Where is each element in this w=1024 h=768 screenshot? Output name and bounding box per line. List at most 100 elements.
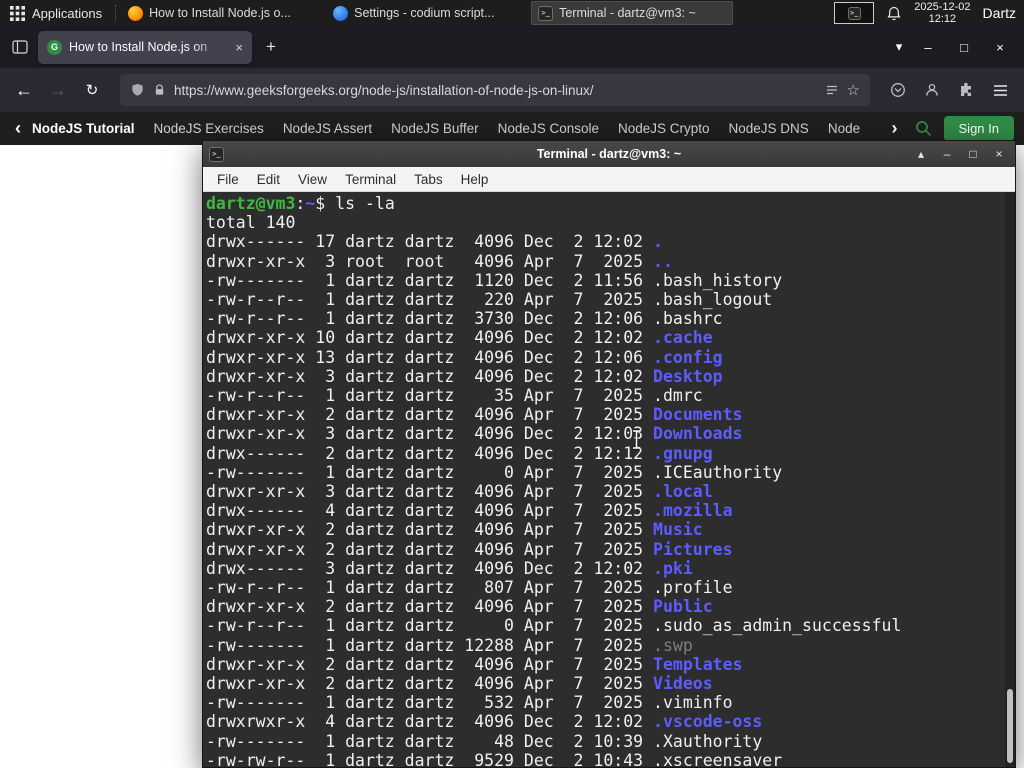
terminal-shade-button[interactable]: ▴ (911, 147, 931, 161)
ls-line: drwxr-xr-x 10 dartz dartz 4096 Dec 2 12:… (206, 328, 1015, 347)
ls-meta: drwxr-xr-x 3 root root 4096 Apr 7 2025 (206, 251, 654, 271)
terminal-maximize-button[interactable]: □ (963, 147, 983, 161)
pocket-icon[interactable] (882, 74, 914, 106)
ls-meta: -rw-r--r-- 1 dartz dartz 807 Apr 7 2025 (206, 578, 654, 598)
system-tray: >_ 2025-12-02 12:12 Dartz (834, 0, 1024, 26)
ls-filename: .xscreensaver (653, 750, 783, 767)
forward-button[interactable]: → (42, 74, 74, 106)
back-button[interactable]: ← (8, 74, 40, 106)
menu-tabs[interactable]: Tabs (405, 172, 452, 187)
prompt-path: ~ (305, 194, 316, 213)
reload-button[interactable]: ↻ (76, 74, 108, 106)
menu-hamburger-icon[interactable] (984, 74, 1016, 106)
ls-filename: Public (653, 597, 713, 617)
url-text[interactable]: https://www.geeksforgeeks.org/node-js/in… (174, 83, 817, 98)
ls-line: -rw------- 1 dartz dartz 48 Dec 2 10:39 … (206, 732, 1015, 751)
gfg-nav-link[interactable]: NodeJS Exercises (154, 121, 264, 136)
ls-line: drwxr-xr-x 2 dartz dartz 4096 Apr 7 2025… (206, 655, 1015, 674)
applications-grid-icon (10, 5, 25, 21)
lock-icon[interactable] (153, 83, 166, 97)
search-icon[interactable] (915, 120, 932, 137)
browser-tab[interactable]: G How to Install Node.js on × (38, 30, 252, 64)
desktop: Applications How to Install Node.js o...… (0, 0, 1024, 768)
terminal-scrollbar[interactable] (1005, 192, 1015, 767)
prompt-colon: : (295, 194, 306, 213)
gfg-nav-link[interactable]: NodeJS DNS (729, 121, 809, 136)
ls-filename: Downloads (653, 424, 743, 444)
terminal-title: Terminal - dartz@vm3: ~ (536, 147, 682, 161)
terminal-close-button[interactable]: × (989, 147, 1009, 161)
ls-meta: drwxr-xr-x 10 dartz dartz 4096 Dec 2 12:… (206, 328, 654, 348)
ls-meta: -rw------- 1 dartz dartz 1120 Dec 2 11:5… (206, 270, 654, 290)
panel-clock[interactable]: 2025-12-02 12:12 (914, 1, 970, 26)
ls-line: -rw-rw-r-- 1 dartz dartz 9529 Dec 2 10:4… (206, 751, 1015, 767)
ls-line: drwxr-xr-x 3 root root 4096 Apr 7 2025 .… (206, 252, 1015, 271)
reader-view-icon[interactable] (825, 83, 839, 97)
gfg-nav-link[interactable]: Node (828, 121, 860, 136)
browser-maximize-button[interactable]: □ (954, 40, 974, 55)
scrollbar-thumb[interactable] (1007, 689, 1013, 763)
url-bar[interactable]: https://www.geeksforgeeks.org/node-js/in… (120, 74, 870, 106)
sign-in-button[interactable]: Sign In (943, 116, 1014, 141)
navigation-toolbar: ← → ↻ https://www.geeksforgeeks.org/node… (0, 68, 1024, 112)
firefox-icon (128, 5, 144, 21)
ls-filename: Videos (653, 674, 713, 694)
taskbar-button-codium[interactable]: Settings - codium script... (326, 1, 528, 25)
ls-meta: -rw------- 1 dartz dartz 0 Apr 7 2025 (206, 462, 654, 482)
nav-scroll-left-icon[interactable]: ‹ (10, 118, 26, 139)
new-tab-button[interactable]: + (257, 33, 285, 61)
tab-close-icon[interactable]: × (233, 40, 243, 55)
browser-minimize-button[interactable]: – (918, 40, 938, 55)
ls-filename: Documents (653, 405, 743, 425)
gfg-nav-link[interactable]: NodeJS Tutorial (32, 121, 135, 136)
taskbar-button-firefox[interactable]: How to Install Node.js o... (121, 1, 323, 25)
terminal-minimize-button[interactable]: – (937, 147, 957, 161)
ls-meta: drwxr-xr-x 2 dartz dartz 4096 Apr 7 2025 (206, 520, 654, 540)
terminal-screen[interactable]: dartz@vm3:~$ ls -la total 140 drwx------… (203, 192, 1015, 767)
ls-line: -rw------- 1 dartz dartz 532 Apr 7 2025 … (206, 693, 1015, 712)
menu-terminal[interactable]: Terminal (336, 172, 405, 187)
notification-bell-icon[interactable] (886, 5, 902, 22)
ls-meta: drwx------ 2 dartz dartz 4096 Dec 2 12:1… (206, 443, 654, 463)
ls-meta: drwxrwxr-x 4 dartz dartz 4096 Dec 2 12:0… (206, 712, 654, 732)
menu-edit[interactable]: Edit (248, 172, 289, 187)
ls-filename: Music (653, 520, 703, 540)
tracking-shield-icon[interactable] (130, 82, 145, 98)
ls-line: drwx------ 17 dartz dartz 4096 Dec 2 12:… (206, 232, 1015, 251)
tab-title: How to Install Node.js on (69, 40, 208, 54)
gfg-nav-right: › Sign In (883, 116, 1014, 141)
extensions-puzzle-icon[interactable] (950, 74, 982, 106)
menu-view[interactable]: View (289, 172, 336, 187)
browser-close-button[interactable]: × (990, 40, 1010, 55)
tray-terminal-icon[interactable]: >_ (834, 2, 875, 24)
ls-meta: drwxr-xr-x 2 dartz dartz 4096 Apr 7 2025 (206, 674, 654, 694)
terminal-titlebar[interactable]: >_ Terminal - dartz@vm3: ~ ▴ – □ × (203, 141, 1015, 167)
gfg-nav-link[interactable]: NodeJS Assert (283, 121, 372, 136)
list-tabs-chevron-icon[interactable]: ▾ (889, 39, 909, 55)
ls-meta: drwxr-xr-x 3 dartz dartz 4096 Dec 2 12:0… (206, 366, 654, 386)
ls-line: drwxr-xr-x 3 dartz dartz 4096 Dec 2 12:0… (206, 367, 1015, 386)
gfg-nav-link[interactable]: NodeJS Buffer (391, 121, 479, 136)
applications-menu[interactable]: Applications (0, 0, 112, 26)
ls-meta: drwxr-xr-x 2 dartz dartz 4096 Apr 7 2025 (206, 597, 654, 617)
nav-scroll-right-icon[interactable]: › (887, 118, 903, 139)
ls-filename: .. (653, 251, 673, 271)
ls-line: drwxr-xr-x 2 dartz dartz 4096 Apr 7 2025… (206, 597, 1015, 616)
ls-filename: .pki (653, 558, 693, 578)
account-icon[interactable] (916, 74, 948, 106)
ls-meta: drwxr-xr-x 2 dartz dartz 4096 Apr 7 2025 (206, 539, 654, 559)
ls-meta: -rw------- 1 dartz dartz 12288 Apr 7 202… (206, 635, 654, 655)
taskbar-button-terminal[interactable]: >_ Terminal - dartz@vm3: ~ (531, 1, 734, 25)
browser-window-controls: – □ × (914, 40, 1018, 55)
bookmark-star-icon[interactable]: ☆ (847, 81, 860, 99)
tab-bar: G How to Install Node.js on × + ▾ – □ × (0, 26, 1024, 68)
gfg-nav-link[interactable]: NodeJS Crypto (618, 121, 710, 136)
menu-help[interactable]: Help (452, 172, 498, 187)
ls-line: -rw-r--r-- 1 dartz dartz 3730 Dec 2 12:0… (206, 309, 1015, 328)
ls-line: drwxr-xr-x 2 dartz dartz 4096 Apr 7 2025… (206, 520, 1015, 539)
ls-filename: Pictures (653, 539, 733, 559)
ls-meta: -rw-r--r-- 1 dartz dartz 3730 Dec 2 12:0… (206, 309, 654, 329)
firefox-view-icon[interactable] (6, 34, 33, 61)
menu-file[interactable]: File (208, 172, 248, 187)
gfg-nav-link[interactable]: NodeJS Console (498, 121, 599, 136)
